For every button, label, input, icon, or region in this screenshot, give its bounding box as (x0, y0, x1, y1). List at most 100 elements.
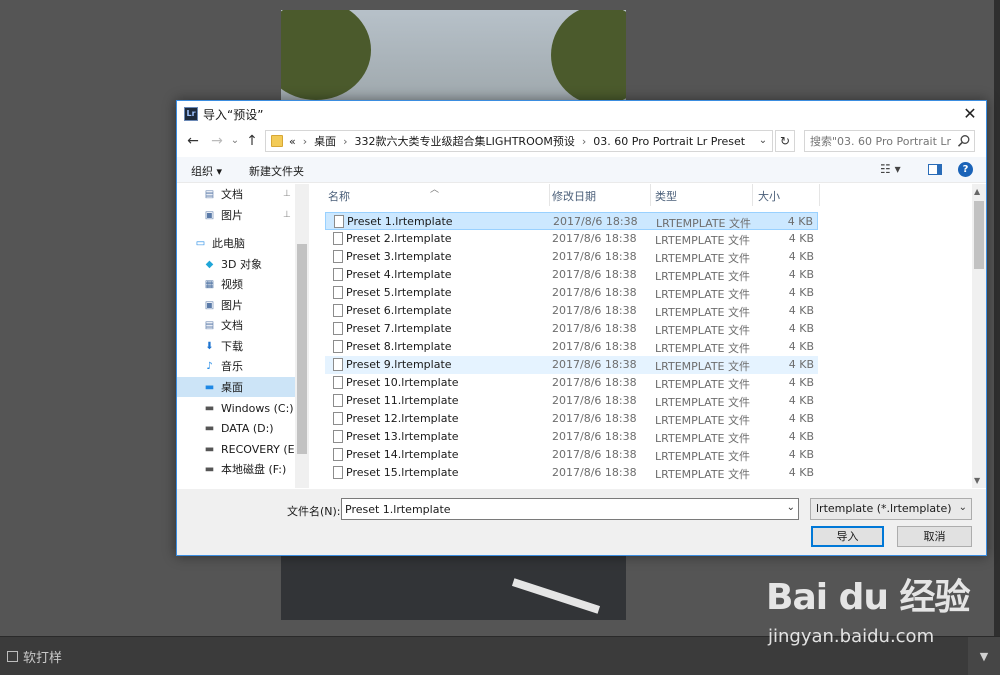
table-row[interactable]: Preset 5.lrtemplate 2017/8/6 18:38 LRTEMPL… (325, 284, 818, 302)
sidebar-item[interactable]: ▣ 图片 (177, 295, 295, 315)
sidebar-item[interactable]: ▬ 本地磁盘 (F:) (177, 459, 295, 479)
filename-input[interactable] (342, 499, 778, 519)
tree-foliage (281, 10, 371, 100)
address-dropdown-icon[interactable]: ⌄ (754, 131, 772, 151)
table-row[interactable]: Preset 7.lrtemplate 2017/8/6 18:38 LRTEMPL… (325, 320, 818, 338)
table-row[interactable]: Preset 3.lrtemplate 2017/8/6 18:38 LRTEMPL… (325, 248, 818, 266)
file-size: 4 KB (788, 286, 814, 299)
sidebar-item[interactable]: ◆ 3D 对象 (177, 254, 295, 274)
table-row[interactable]: Preset 8.lrtemplate 2017/8/6 18:38 LRTEMPL… (325, 338, 818, 356)
table-row[interactable]: Preset 1.lrtemplate 2017/8/6 18:38 LRTEMPL… (325, 212, 818, 230)
pictures-icon: ▣ (204, 299, 215, 311)
forward-icon[interactable]: → (207, 129, 227, 153)
sidebar-item-label: 此电脑 (212, 237, 245, 250)
file-type: LRTEMPLATE 文件 (655, 288, 750, 301)
sidebar-item[interactable]: ⬇ 下载 (177, 336, 295, 356)
back-icon[interactable]: ← (183, 129, 203, 153)
column-divider[interactable] (752, 184, 753, 206)
dialog-title: 导入“预设” (203, 108, 264, 122)
sidebar-item[interactable]: ▣ 图片 ⊥ (177, 205, 295, 225)
refresh-icon[interactable]: ↻ (775, 130, 795, 152)
cancel-button[interactable]: 取消 (897, 526, 972, 547)
table-row[interactable]: Preset 9.lrtemplate 2017/8/6 18:38 LRTEMPL… (325, 356, 818, 374)
file-size: 4 KB (788, 430, 814, 443)
import-button[interactable]: 导入 (811, 526, 884, 547)
table-row[interactable]: Preset 13.lrtemplate 2017/8/6 18:38 LRTEMP… (325, 428, 818, 446)
file-size: 4 KB (788, 322, 814, 335)
column-divider[interactable] (549, 184, 550, 206)
navigation-pane: ▤ 文档 ⊥ ▣ 图片 ⊥ ▭ 此电脑 ◆ 3D 对象 ▦ 视频 ▣ 图片 ▤ 文档 ⬇ 下载 ♪ 音乐 ▬ 桌面 ▬ Win… (177, 184, 310, 488)
navigation-bar: ← → ⌄ ↑ « › 桌面 › 332款六大类专业级超合集LIGHTROOM预… (177, 129, 986, 153)
table-row[interactable]: Preset 10.lrtemplate 2017/8/6 18:38 LRTEMP… (325, 374, 818, 392)
sidebar-item[interactable]: ▬ DATA (D:) (177, 418, 295, 438)
file-list-scrollbar[interactable]: ▲ ▼ (972, 184, 986, 488)
sidebar-item[interactable]: ▤ 文档 (177, 315, 295, 335)
file-size: 4 KB (788, 412, 814, 425)
table-row[interactable]: Preset 15.lrtemplate 2017/8/6 18:38 LRTEMP… (325, 464, 818, 482)
column-divider[interactable] (819, 184, 820, 206)
file-date: 2017/8/6 18:38 (552, 250, 637, 263)
pin-icon[interactable]: ⊥ (283, 189, 291, 199)
address-bar[interactable]: « › 桌面 › 332款六大类专业级超合集LIGHTROOM预设 › 03. … (265, 130, 773, 152)
file-type: LRTEMPLATE 文件 (655, 396, 750, 409)
sidebar-item[interactable]: ▦ 视频 (177, 274, 295, 294)
file-icon (333, 466, 343, 479)
file-type-select[interactable]: lrtemplate (*.lrtemplate) ⌄ (810, 498, 972, 520)
table-row[interactable]: Preset 11.lrtemplate 2017/8/6 18:38 LRTEMP… (325, 392, 818, 410)
file-size: 4 KB (788, 466, 814, 479)
table-row[interactable]: Preset 4.lrtemplate 2017/8/6 18:38 LRTEMPL… (325, 266, 818, 284)
organize-menu[interactable]: 组织 ▾ (191, 163, 222, 179)
table-row[interactable]: Preset 6.lrtemplate 2017/8/6 18:38 LRTEMPL… (325, 302, 818, 320)
scroll-up-icon[interactable]: ▲ (974, 187, 980, 196)
dialog-footer: 文件名(N): ⌄ lrtemplate (*.lrtemplate) ⌄ 导入… (177, 489, 986, 555)
help-icon[interactable]: ? (958, 162, 973, 177)
preview-pane-icon[interactable] (928, 164, 942, 175)
search-box[interactable] (804, 130, 975, 152)
search-input[interactable] (805, 131, 955, 151)
filename-field[interactable]: ⌄ (341, 498, 799, 520)
breadcrumb-collection[interactable]: 332款六大类专业级超合集LIGHTROOM预设 (355, 133, 575, 149)
file-icon (333, 268, 343, 281)
soft-proof-checkbox[interactable] (7, 651, 18, 662)
column-divider[interactable] (650, 184, 651, 206)
sidebar-item[interactable]: ▬ 桌面 (177, 377, 295, 397)
up-folder-icon[interactable]: ↑ (243, 129, 261, 153)
drive-icon: ▬ (204, 402, 215, 414)
sidebar-item[interactable]: ▬ Windows (C:) (177, 398, 295, 418)
file-size: 4 KB (788, 394, 814, 407)
baidu-watermark: Bai du 经验 jingyan.baidu.com (758, 564, 988, 654)
table-row[interactable]: Preset 12.lrtemplate 2017/8/6 18:38 LRTEMP… (325, 410, 818, 428)
scrollbar-thumb[interactable] (974, 201, 984, 269)
column-type[interactable]: 类型 (655, 188, 677, 204)
search-icon[interactable] (957, 134, 971, 148)
file-type: LRTEMPLATE 文件 (655, 306, 750, 319)
navigation-scrollbar[interactable] (295, 184, 309, 488)
close-button[interactable]: ✕ (954, 101, 986, 126)
new-folder-button[interactable]: 新建文件夹 (249, 163, 304, 179)
column-size[interactable]: 大小 (758, 188, 780, 204)
file-name: Preset 15.lrtemplate (346, 466, 459, 479)
column-name[interactable]: 名称 (328, 188, 350, 204)
breadcrumb-current[interactable]: 03. 60 Pro Portrait Lr Preset (593, 135, 745, 148)
sidebar-item[interactable]: ▤ 文档 ⊥ (177, 184, 295, 204)
sidebar-item[interactable]: ♪ 音乐 (177, 356, 295, 376)
computer-icon: ▭ (195, 237, 206, 249)
import-presets-dialog: Lr 导入“预设” ✕ ← → ⌄ ↑ « › 桌面 › 332款六大类专业级超… (176, 100, 987, 556)
change-view-icon[interactable]: ☷ ▾ (880, 162, 901, 176)
scroll-down-icon[interactable]: ▼ (974, 476, 980, 485)
file-date: 2017/8/6 18:38 (552, 232, 637, 245)
soft-proof-toggle[interactable]: 软打样 (7, 647, 62, 666)
scrollbar-thumb[interactable] (297, 244, 307, 454)
table-row[interactable]: Preset 14.lrtemplate 2017/8/6 18:38 LRTEMP… (325, 446, 818, 464)
right-panel-edge (994, 0, 1000, 640)
sidebar-item[interactable]: ▭ 此电脑 (177, 233, 295, 253)
sidebar-item[interactable]: ▬ RECOVERY (E:) (177, 439, 303, 459)
table-row[interactable]: Preset 2.lrtemplate 2017/8/6 18:38 LRTEMPL… (325, 230, 818, 248)
breadcrumb-desktop[interactable]: 桌面 (314, 133, 336, 149)
recent-locations-icon[interactable]: ⌄ (229, 129, 241, 153)
breadcrumb-overflow[interactable]: « (289, 135, 296, 148)
pin-icon[interactable]: ⊥ (283, 210, 291, 220)
column-date[interactable]: 修改日期 (552, 188, 596, 204)
file-type: LRTEMPLATE 文件 (655, 324, 750, 337)
chevron-down-icon[interactable]: ⌄ (787, 502, 795, 513)
